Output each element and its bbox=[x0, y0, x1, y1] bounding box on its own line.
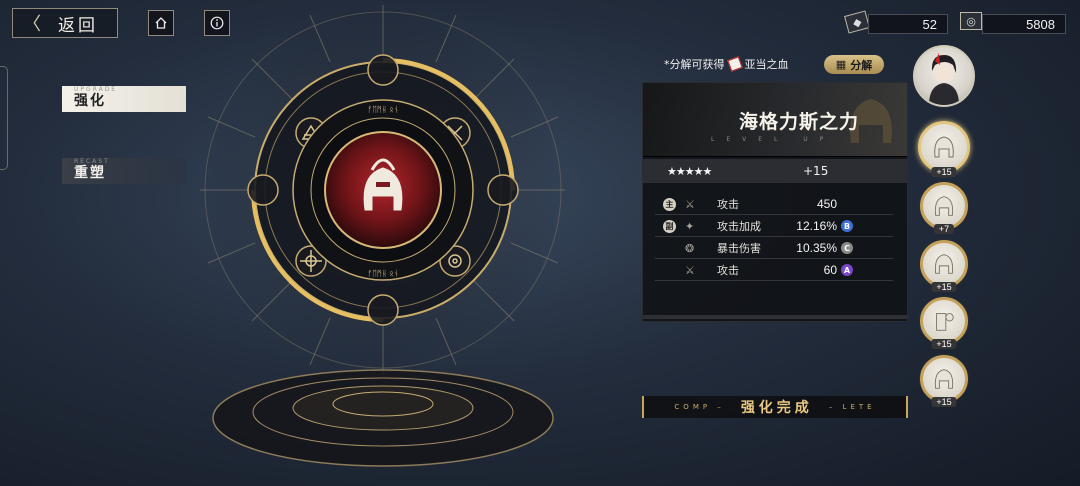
blood-card-icon bbox=[726, 56, 743, 72]
home-icon bbox=[155, 17, 167, 29]
tab-upgrade-label: 强化 bbox=[74, 93, 106, 109]
currency-card-value: 52 bbox=[922, 16, 937, 32]
item-rarity-row: ★★★★★ +15 bbox=[643, 159, 907, 183]
stat-row: ⚔ 攻击 60 A bbox=[655, 260, 893, 281]
helmet-icon bbox=[934, 136, 954, 158]
item-info-panel: 海格力斯之力 LEVEL UP ★★★★★ +15 主 ⚔ 攻击 450 副 ✦… bbox=[642, 82, 908, 322]
enhance-level: +15 bbox=[803, 164, 829, 178]
tab-recast-sub: RECAST bbox=[74, 158, 110, 165]
panel-divider bbox=[643, 315, 907, 319]
tab-upgrade-sub: UPGRADE bbox=[74, 86, 118, 93]
complete-right-text: – LETE bbox=[828, 403, 876, 411]
complete-left-text: COMP – bbox=[674, 403, 725, 411]
chevron-left-icon: 〈 bbox=[23, 14, 44, 35]
decompose-prefix: *分解可获得 bbox=[664, 58, 725, 71]
helmet-icon bbox=[934, 196, 954, 216]
complete-label: 强化完成 bbox=[740, 400, 813, 416]
equipment-slot[interactable]: +15 bbox=[918, 121, 970, 177]
sword-icon: ⚔ bbox=[685, 263, 695, 277]
info-icon bbox=[210, 16, 224, 30]
grade-c-badge: C bbox=[841, 242, 853, 254]
tab-upgrade[interactable]: UPGRADE 强化 bbox=[62, 86, 186, 112]
sub-stat-badge: 副 bbox=[663, 219, 676, 233]
stat-value: 12.16% bbox=[796, 219, 837, 233]
character-portrait[interactable] bbox=[913, 45, 975, 107]
grade-a-badge: A bbox=[841, 264, 853, 276]
currency-coin-counter: 5808 bbox=[982, 14, 1066, 34]
slot-level: +7 bbox=[933, 224, 955, 234]
stat-value: 10.35% bbox=[796, 241, 837, 255]
slot-level: +15 bbox=[931, 397, 957, 407]
grid-icon: ▦ bbox=[835, 58, 847, 71]
stat-value: 60 bbox=[823, 263, 837, 277]
tab-recast-label: 重塑 bbox=[74, 165, 106, 181]
side-edge-tab bbox=[0, 66, 8, 170]
slot-frame bbox=[920, 297, 968, 345]
slot-frame bbox=[920, 240, 968, 288]
stat-row: ❂ 暴击伤害 10.35% C bbox=[655, 238, 893, 259]
coin-icon: ◎ bbox=[960, 12, 982, 30]
rarity-stars: ★★★★★ bbox=[667, 164, 712, 178]
currency-coin-value: 5808 bbox=[1026, 16, 1055, 32]
upgrade-complete-bar: COMP – 强化完成 – LETE bbox=[642, 396, 908, 418]
decompose-reward-info: *分解可获得 亚当之血 bbox=[664, 56, 789, 72]
decompose-button[interactable]: ▦ 分解 bbox=[824, 55, 884, 74]
slot-frame bbox=[920, 182, 968, 230]
card-icon: ◆ bbox=[844, 10, 870, 34]
back-label: 返回 bbox=[58, 15, 98, 36]
equipment-slot[interactable]: +15 bbox=[920, 355, 968, 407]
back-button[interactable]: 〈 返回 bbox=[12, 8, 118, 38]
slot-frame bbox=[920, 355, 968, 403]
svg-text:ᚠᛖᛗᚺ ᛟᚾ: ᚠᛖᛗᚺ ᛟᚾ bbox=[367, 269, 398, 278]
slot-level: +15 bbox=[931, 339, 957, 349]
helmet-icon bbox=[934, 369, 954, 389]
main-stat-badge: 主 bbox=[663, 197, 676, 211]
stat-row: 副 ✦ 攻击加成 12.16% B bbox=[655, 216, 893, 237]
equipment-slot[interactable]: +15 bbox=[920, 297, 968, 349]
helmet-icon bbox=[934, 254, 954, 274]
currency-card-counter: 52 bbox=[868, 14, 948, 34]
info-button[interactable] bbox=[204, 10, 230, 36]
level-up-text: LEVEL UP bbox=[711, 136, 836, 143]
tab-recast[interactable]: RECAST 重塑 bbox=[62, 158, 186, 184]
stat-label: 攻击加成 bbox=[717, 220, 761, 233]
stat-label: 暴击伤害 bbox=[717, 242, 761, 255]
character-avatar-icon bbox=[929, 53, 959, 105]
slot-level: +15 bbox=[931, 282, 957, 292]
rune-circle-emblem: ᚠᛖᛗᚺ ᛟᚾ ᚠᛖᛗᚺ ᛟᚾ bbox=[198, 5, 568, 467]
crit-icon: ✦ bbox=[685, 219, 695, 233]
sword-icon: ⚔ bbox=[685, 197, 695, 211]
stat-row: 主 ⚔ 攻击 450 bbox=[655, 194, 893, 215]
home-button[interactable] bbox=[148, 10, 174, 36]
slot-frame bbox=[918, 121, 970, 173]
burst-icon: ❂ bbox=[685, 241, 695, 255]
item-name: 海格力斯之力 bbox=[738, 111, 859, 133]
svg-text:ᚠᛖᛗᚺ ᛟᚾ: ᚠᛖᛗᚺ ᛟᚾ bbox=[367, 105, 398, 114]
statue-icon bbox=[936, 313, 954, 331]
stat-label: 攻击 bbox=[717, 198, 739, 211]
equipment-slot[interactable]: +7 bbox=[920, 182, 968, 234]
slot-level: +15 bbox=[931, 167, 957, 177]
stat-value: 450 bbox=[816, 197, 837, 211]
stat-label: 攻击 bbox=[717, 264, 739, 277]
grade-b-badge: B bbox=[841, 220, 853, 232]
decompose-reward: 亚当之血 bbox=[744, 58, 789, 71]
decompose-button-label: 分解 bbox=[850, 58, 873, 72]
item-title-banner: 海格力斯之力 LEVEL UP bbox=[643, 83, 907, 157]
equipment-slot[interactable]: +15 bbox=[920, 240, 968, 292]
